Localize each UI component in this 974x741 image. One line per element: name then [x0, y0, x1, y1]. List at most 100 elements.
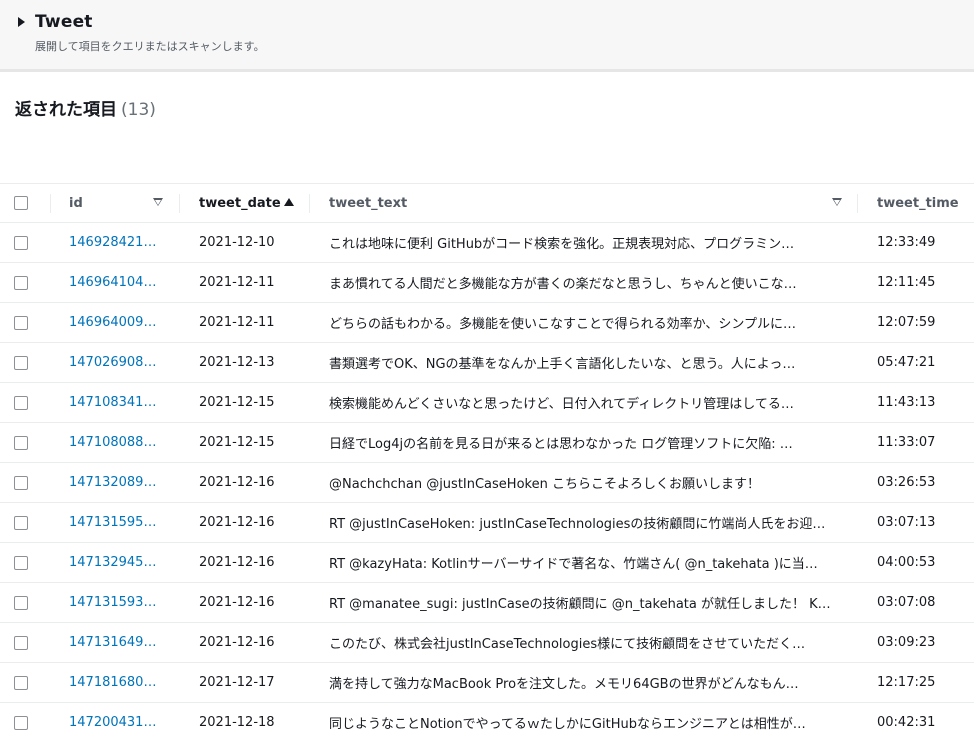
table-row[interactable]: 147131595… 2021-12-16 RT @justInCaseHoken:… [0, 503, 974, 543]
cell-tweet-date: 2021-12-15 [199, 423, 319, 462]
tweet-time-value: 12:17:25 [877, 675, 936, 690]
cell-tweet-time: 11:43:13 [877, 383, 967, 422]
item-id-link[interactable]: 147131595… [69, 515, 161, 530]
cell-id: 147108088… [69, 423, 169, 462]
table-header: id tweet_date tweet_text tweet_time [0, 184, 974, 223]
tweet-date-value: 2021-12-16 [199, 475, 275, 490]
table-row[interactable]: 146928421… 2021-12-10 これは地味に便利 GitHubがコード検… [0, 223, 974, 263]
item-id-link[interactable]: 146928421… [69, 235, 161, 250]
table-row[interactable]: 147132089… 2021-12-16 @Nachchchan @justInC… [0, 463, 974, 503]
cell-tweet-text: RT @manatee_sugi: justInCaseの技術顧問に @n_ta… [329, 583, 839, 622]
item-id-link[interactable]: 147131593… [69, 595, 161, 610]
column-label-tweet-time: tweet_time [877, 195, 959, 211]
row-checkbox[interactable] [14, 475, 28, 490]
table-row[interactable]: 147131649… 2021-12-16 このたび、株式会社justInCaseT… [0, 623, 974, 663]
table-row[interactable]: 147200431… 2021-12-18 同じようなことNotionでやってるｗた… [0, 703, 974, 741]
tweet-text-value: 満を持して強力なMacBook Proを注文した。メモリ64GBの世界がどんなも… [329, 677, 799, 692]
tweet-date-value: 2021-12-11 [199, 275, 275, 290]
tweet-date-value: 2021-12-17 [199, 675, 275, 690]
expand-toggle[interactable]: Tweet [18, 12, 93, 32]
row-select-cell [14, 543, 34, 582]
cell-id: 147131593… [69, 583, 169, 622]
cell-tweet-time: 12:17:25 [877, 663, 967, 702]
table-row[interactable]: 146964104… 2021-12-11 まあ慣れてる人間だと多機能な方が書くの楽… [0, 263, 974, 303]
sort-ascending-icon[interactable] [284, 198, 294, 206]
tweet-time-value: 03:07:08 [877, 595, 936, 610]
row-checkbox[interactable] [14, 715, 28, 730]
table-row[interactable]: 147131593… 2021-12-16 RT @manatee_sugi: ju… [0, 583, 974, 623]
cell-tweet-text: どちらの話もわかる。多機能を使いこなすことで得られる効率か、シンプルに… [329, 303, 839, 342]
select-all-cell [14, 184, 34, 222]
tweet-text-value: このたび、株式会社justInCaseTechnologies様にて技術顧問をさ… [329, 637, 806, 652]
row-checkbox[interactable] [14, 555, 28, 570]
tweet-time-value: 11:33:07 [877, 435, 936, 450]
row-select-cell [14, 423, 34, 462]
item-id-link[interactable]: 147131649… [69, 635, 161, 650]
cell-tweet-date: 2021-12-10 [199, 223, 319, 262]
row-select-cell [14, 263, 34, 302]
cell-tweet-text: RT @justInCaseHoken: justInCaseTechnolog… [329, 503, 839, 542]
table-row[interactable]: 147132945… 2021-12-16 RT @kazyHata: Kotlin… [0, 543, 974, 583]
item-id-link[interactable]: 147200431… [69, 715, 161, 730]
item-id-link[interactable]: 147026908… [69, 355, 161, 370]
tweet-time-value: 12:07:59 [877, 315, 936, 330]
table-row[interactable]: 147108088… 2021-12-15 日経でLog4jの名前を見る日が来るとは… [0, 423, 974, 463]
item-id-link[interactable]: 147181680… [69, 675, 161, 690]
cell-tweet-time: 12:07:59 [877, 303, 967, 342]
tweet-date-value: 2021-12-10 [199, 235, 275, 250]
row-checkbox[interactable] [14, 275, 28, 290]
cell-tweet-time: 03:09:23 [877, 623, 967, 662]
row-checkbox[interactable] [14, 435, 28, 450]
table-row[interactable]: 147026908… 2021-12-13 書類選考でOK、NGの基準をなんか上手く… [0, 343, 974, 383]
row-checkbox[interactable] [14, 235, 28, 250]
row-checkbox[interactable] [14, 675, 28, 690]
items-table: id tweet_date tweet_text tweet_time 1469… [0, 183, 974, 741]
cell-id: 147132089… [69, 463, 169, 502]
select-all-checkbox[interactable] [14, 196, 28, 210]
item-id-link[interactable]: 146964009… [69, 315, 161, 330]
item-id-link[interactable]: 147108088… [69, 435, 161, 450]
cell-tweet-text: このたび、株式会社justInCaseTechnologies様にて技術顧問をさ… [329, 623, 839, 662]
row-select-cell [14, 583, 34, 622]
cell-tweet-time: 11:33:07 [877, 423, 967, 462]
row-select-cell [14, 343, 34, 382]
column-header-tweet-date[interactable]: tweet_date [199, 184, 319, 222]
cell-tweet-date: 2021-12-16 [199, 623, 319, 662]
tweet-date-value: 2021-12-15 [199, 435, 275, 450]
row-checkbox[interactable] [14, 315, 28, 330]
column-header-tweet-text[interactable]: tweet_text [329, 184, 839, 222]
row-checkbox[interactable] [14, 355, 28, 370]
cell-id: 147108341… [69, 383, 169, 422]
column-divider [179, 194, 180, 213]
item-id-link[interactable]: 146964104… [69, 275, 161, 290]
row-checkbox[interactable] [14, 635, 28, 650]
item-id-link[interactable]: 147132089… [69, 475, 161, 490]
cell-tweet-date: 2021-12-13 [199, 343, 319, 382]
column-label-tweet-date: tweet_date [199, 195, 281, 211]
column-header-tweet-time[interactable]: tweet_time [877, 184, 967, 222]
cell-tweet-date: 2021-12-16 [199, 583, 319, 622]
item-id-link[interactable]: 147132945… [69, 555, 161, 570]
cell-tweet-date: 2021-12-18 [199, 703, 319, 741]
item-id-link[interactable]: 147108341… [69, 395, 161, 410]
tweet-date-value: 2021-12-11 [199, 315, 275, 330]
row-checkbox[interactable] [14, 395, 28, 410]
tweet-time-value: 05:47:21 [877, 355, 936, 370]
table-row[interactable]: 147108341… 2021-12-15 検索機能めんどくさいなと思ったけど、日付… [0, 383, 974, 423]
row-checkbox[interactable] [14, 515, 28, 530]
filter-icon[interactable] [153, 198, 163, 206]
tweet-text-value: RT @kazyHata: Kotlinサーバーサイドで著名な、竹端さん( @n… [329, 557, 818, 572]
row-checkbox[interactable] [14, 595, 28, 610]
table-row[interactable]: 146964009… 2021-12-11 どちらの話もわかる。多機能を使いこなすこ… [0, 303, 974, 343]
tweet-date-value: 2021-12-18 [199, 715, 275, 730]
cell-tweet-date: 2021-12-15 [199, 383, 319, 422]
filter-icon[interactable] [832, 198, 842, 206]
table-row[interactable]: 147181680… 2021-12-17 満を持して強力なMacBook Proを… [0, 663, 974, 703]
cell-id: 147200431… [69, 703, 169, 741]
cell-tweet-time: 03:07:08 [877, 583, 967, 622]
results-heading: 返された項目 (13) [15, 95, 156, 120]
tweet-text-value: 同じようなことNotionでやってるｗたしかにGitHubならエンジニアとは相性… [329, 717, 806, 732]
tweet-time-value: 11:43:13 [877, 395, 936, 410]
column-label-id: id [69, 195, 83, 211]
tweet-date-value: 2021-12-16 [199, 635, 275, 650]
